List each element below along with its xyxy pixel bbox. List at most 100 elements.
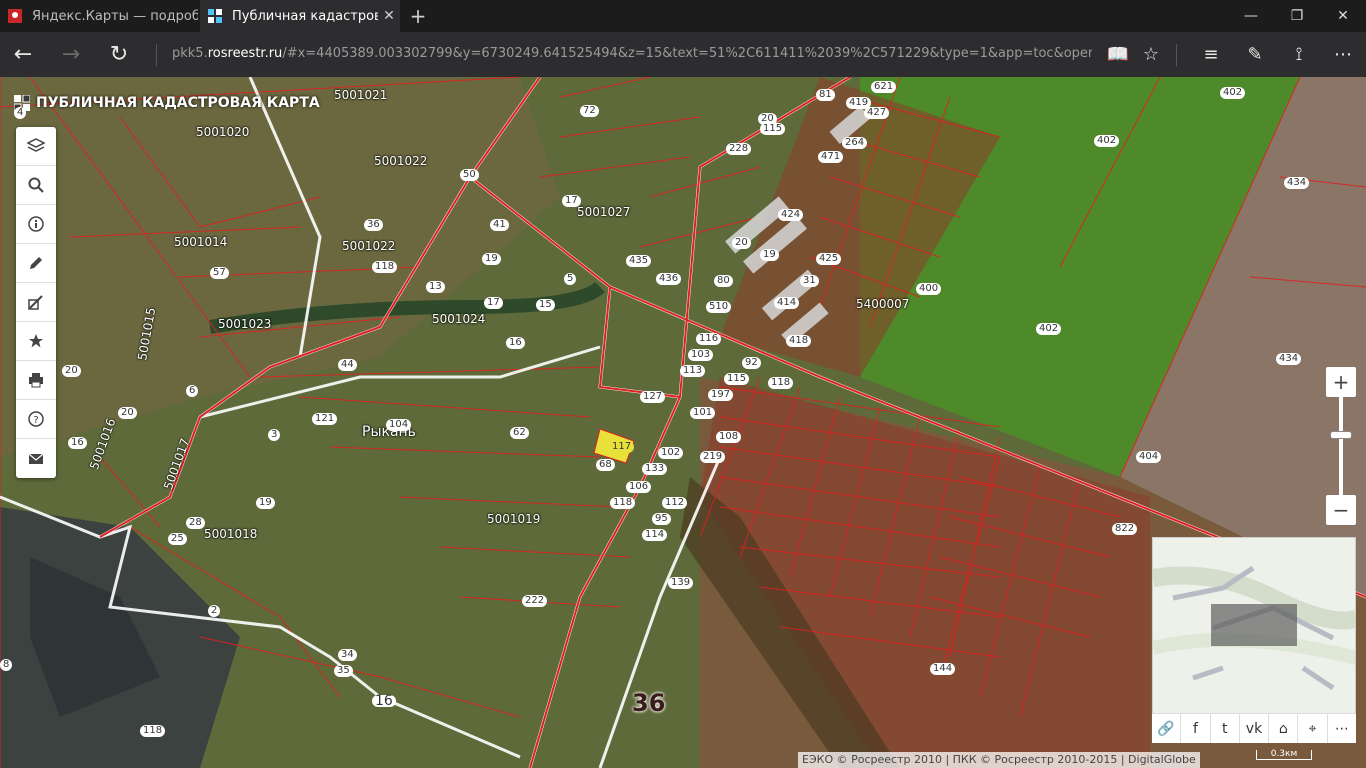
- mail-icon[interactable]: [16, 439, 56, 478]
- parcel-number[interactable]: 427: [864, 107, 890, 119]
- overview-minimap[interactable]: [1152, 537, 1356, 715]
- parcel-number[interactable]: 19: [760, 249, 779, 261]
- forward-button[interactable]: →: [48, 32, 94, 77]
- parcel-number[interactable]: 16: [68, 437, 87, 449]
- parcel-number[interactable]: 28: [186, 517, 205, 529]
- parcel-number[interactable]: 17: [484, 297, 503, 309]
- facebook-icon[interactable]: f: [1181, 714, 1211, 743]
- web-note-icon[interactable]: ✎: [1235, 32, 1275, 77]
- parcel-number[interactable]: 115: [724, 373, 750, 385]
- parcel-number[interactable]: 20: [118, 407, 137, 419]
- minimize-button[interactable]: —: [1228, 0, 1274, 32]
- parcel-number[interactable]: 127: [640, 391, 666, 403]
- parcel-number[interactable]: 115: [760, 123, 786, 135]
- star-icon[interactable]: [16, 322, 56, 361]
- parcel-number[interactable]: 108: [716, 431, 742, 443]
- parcel-number[interactable]: 17: [562, 195, 581, 207]
- parcel-number[interactable]: 436: [656, 273, 682, 285]
- parcel-number[interactable]: 822: [1112, 523, 1138, 535]
- parcel-number[interactable]: 414: [774, 297, 800, 309]
- parcel-number[interactable]: 402: [1094, 135, 1120, 147]
- parcel-number[interactable]: 435: [626, 255, 652, 267]
- parcel-number[interactable]: 434: [1276, 353, 1302, 365]
- parcel-number[interactable]: 104: [386, 419, 412, 431]
- url-field[interactable]: pkk5.rosreestr.ru/#x=4405389.003302799&y…: [172, 46, 1092, 64]
- parcel-number[interactable]: 50: [460, 169, 479, 181]
- hub-icon[interactable]: ≡: [1191, 32, 1231, 77]
- parcel-number[interactable]: 424: [778, 209, 804, 221]
- parcel-number[interactable]: 402: [1220, 87, 1246, 99]
- parcel-number[interactable]: 95: [652, 513, 671, 525]
- parcel-number[interactable]: 102: [658, 447, 684, 459]
- parcel-number[interactable]: 19: [256, 497, 275, 509]
- parcel-number[interactable]: 16: [506, 337, 525, 349]
- parcel-number[interactable]: 144: [930, 663, 956, 675]
- parcel-number[interactable]: 92: [742, 357, 761, 369]
- parcel-number[interactable]: 113: [680, 365, 706, 377]
- map-canvas[interactable]: ПУБЛИЧНАЯ КАДАСТРОВАЯ КАРТА Рыкань 36 50…: [0, 77, 1366, 768]
- measure-icon[interactable]: [16, 283, 56, 322]
- help-icon[interactable]: ?: [16, 400, 56, 439]
- parcel-number[interactable]: 114: [642, 529, 668, 541]
- parcel-number[interactable]: 57: [210, 267, 229, 279]
- zoom-out-button[interactable]: −: [1326, 495, 1356, 525]
- parcel-number[interactable]: 139: [668, 577, 694, 589]
- parcel-number[interactable]: 434: [1284, 177, 1310, 189]
- parcel-number[interactable]: 118: [140, 725, 166, 737]
- search-icon[interactable]: [16, 166, 56, 205]
- print-icon[interactable]: [16, 361, 56, 400]
- parcel-number[interactable]: 19: [482, 253, 501, 265]
- parcel-number[interactable]: 116: [696, 333, 722, 345]
- back-button[interactable]: ←: [0, 32, 46, 77]
- parcel-number[interactable]: 118: [768, 377, 794, 389]
- parcel-number[interactable]: 264: [842, 137, 868, 149]
- parcel-number[interactable]: 228: [726, 143, 752, 155]
- zoom-handle[interactable]: [1330, 431, 1352, 439]
- parcel-number[interactable]: 510: [706, 301, 732, 313]
- home-icon[interactable]: ⌂: [1269, 714, 1299, 743]
- more-icon[interactable]: ⋯: [1328, 714, 1356, 743]
- locate-icon[interactable]: ⌖: [1298, 714, 1328, 743]
- parcel-number[interactable]: 80: [714, 275, 733, 287]
- parcel-number[interactable]: 72: [580, 105, 599, 117]
- parcel-number[interactable]: 44: [338, 359, 357, 371]
- parcel-number[interactable]: 101: [690, 407, 716, 419]
- parcel-number[interactable]: 62: [510, 427, 529, 439]
- favorite-star-icon[interactable]: ☆: [1131, 32, 1171, 77]
- parcel-number[interactable]: 133: [642, 463, 668, 475]
- parcel-number[interactable]: 16: [372, 694, 396, 708]
- parcel-number[interactable]: 34: [338, 649, 357, 661]
- zoom-in-button[interactable]: +: [1326, 367, 1356, 397]
- parcel-number[interactable]: 197: [708, 389, 734, 401]
- new-tab-button[interactable]: +: [404, 0, 432, 32]
- tab-yandex-maps[interactable]: Яндекс.Карты — подробна: [0, 0, 198, 32]
- parcel-number[interactable]: 425: [816, 253, 842, 265]
- vk-icon[interactable]: vk: [1240, 714, 1270, 743]
- parcel-number[interactable]: 20: [62, 365, 81, 377]
- parcel-number[interactable]: 20: [732, 237, 751, 249]
- parcel-number[interactable]: 81: [816, 89, 835, 101]
- tab-cadastral-map[interactable]: Публичная кадастрова ✕: [200, 0, 400, 32]
- parcel-number[interactable]: 31: [800, 275, 819, 287]
- parcel-number[interactable]: 41: [490, 219, 509, 231]
- parcel-number[interactable]: 402: [1036, 323, 1062, 335]
- refresh-button[interactable]: ↻: [96, 32, 142, 77]
- parcel-number[interactable]: 222: [522, 595, 548, 607]
- parcel-number[interactable]: 471: [818, 151, 844, 163]
- window-close-button[interactable]: ✕: [1320, 0, 1366, 32]
- parcel-number[interactable]: 118: [372, 261, 398, 273]
- parcel-number[interactable]: 13: [426, 281, 445, 293]
- parcel-number[interactable]: 15: [536, 299, 555, 311]
- pencil-icon[interactable]: [16, 244, 56, 283]
- parcel-number[interactable]: 103: [688, 349, 714, 361]
- more-actions-icon[interactable]: ⋯: [1323, 32, 1363, 77]
- layers-icon[interactable]: [16, 127, 56, 166]
- info-icon[interactable]: [16, 205, 56, 244]
- parcel-number[interactable]: 621: [871, 81, 897, 93]
- parcel-number[interactable]: 25: [168, 533, 187, 545]
- parcel-number[interactable]: 118: [610, 497, 636, 509]
- parcel-number[interactable]: 106: [626, 481, 652, 493]
- parcel-number[interactable]: 112: [662, 497, 688, 509]
- parcel-number[interactable]: 68: [596, 459, 615, 471]
- restore-button[interactable]: ❐: [1274, 0, 1320, 32]
